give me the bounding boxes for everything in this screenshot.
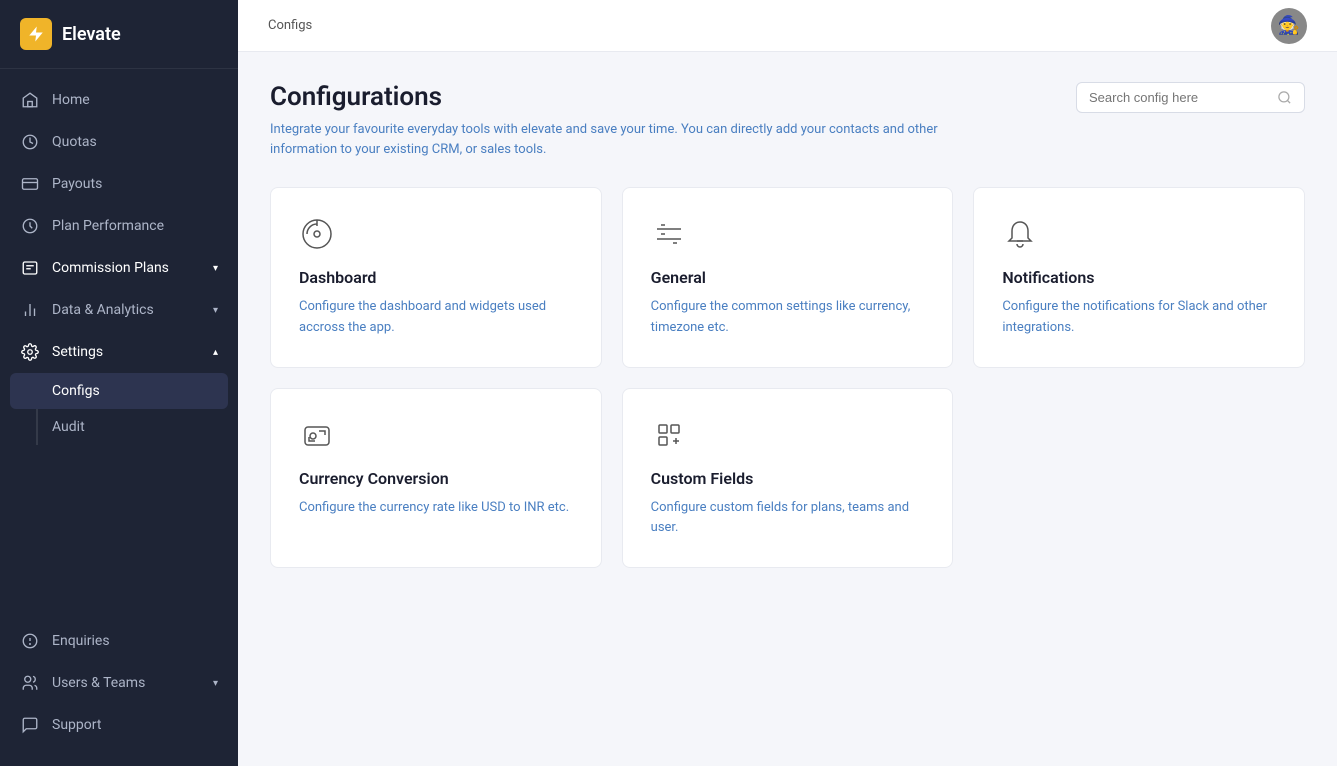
sidebar: Elevate Home Quotas Payouts — [0, 0, 238, 766]
page-header-left: Configurations Integrate your favourite … — [270, 82, 970, 159]
analytics-icon — [20, 300, 40, 320]
sidebar-item-home[interactable]: Home — [0, 79, 238, 121]
card-notifications-title: Notifications — [1002, 268, 1276, 287]
sidebar-item-home-label: Home — [52, 92, 90, 108]
main-area: Configs 🧙 Configurations Integrate your … — [238, 0, 1337, 766]
card-notifications[interactable]: Notifications Configure the notification… — [973, 187, 1305, 368]
sidebar-item-support[interactable]: Support — [0, 704, 238, 746]
users-icon — [20, 673, 40, 693]
home-icon — [20, 90, 40, 110]
currency-icon — [299, 417, 573, 453]
sidebar-item-audit[interactable]: Audit — [0, 409, 238, 445]
plan-icon — [20, 216, 40, 236]
card-dashboard-title: Dashboard — [299, 268, 573, 287]
card-dashboard-desc: Configure the dashboard and widgets used… — [299, 297, 573, 339]
chevron-down-icon: ▾ — [213, 305, 218, 316]
sidebar-item-plan-performance[interactable]: Plan Performance — [0, 205, 238, 247]
card-general-desc: Configure the common settings like curre… — [651, 297, 925, 339]
card-custom-fields[interactable]: Custom Fields Configure custom fields fo… — [622, 388, 954, 569]
breadcrumb: Configs — [268, 18, 312, 33]
card-general-title: General — [651, 268, 925, 287]
sidebar-item-enquiries[interactable]: Enquiries — [0, 620, 238, 662]
sidebar-item-configs[interactable]: Configs — [10, 373, 228, 409]
page-description: Integrate your favourite everyday tools … — [270, 120, 970, 159]
nav-primary: Home Quotas Payouts Plan Performance — [0, 69, 238, 610]
commission-icon — [20, 258, 40, 278]
card-notifications-desc: Configure the notifications for Slack an… — [1002, 297, 1276, 339]
settings-subnav: Configs Audit — [0, 373, 238, 445]
sidebar-item-support-label: Support — [52, 717, 101, 733]
topbar-right: 🧙 — [1271, 8, 1307, 44]
quotas-icon — [20, 132, 40, 152]
payouts-icon — [20, 174, 40, 194]
card-currency-desc: Configure the currency rate like USD to … — [299, 498, 573, 519]
sidebar-item-analytics-label: Data & Analytics — [52, 302, 154, 318]
page-title: Configurations — [270, 82, 970, 112]
app-name: Elevate — [62, 24, 121, 45]
avatar: 🧙 — [1271, 8, 1307, 44]
custom-fields-icon — [651, 417, 925, 453]
sidebar-item-settings[interactable]: Settings ▴ — [0, 331, 238, 373]
enquiries-icon — [20, 631, 40, 651]
nav-secondary: Enquiries Users & Teams ▾ Support — [0, 610, 238, 766]
content-area: Configurations Integrate your favourite … — [238, 52, 1337, 766]
sidebar-item-quotas-label: Quotas — [52, 134, 97, 150]
sidebar-item-enquiries-label: Enquiries — [52, 633, 110, 649]
settings-icon — [20, 342, 40, 362]
sidebar-item-configs-label: Configs — [52, 383, 100, 399]
search-input[interactable] — [1089, 90, 1269, 105]
card-custom-fields-desc: Configure custom fields for plans, teams… — [651, 498, 925, 540]
logo-icon — [20, 18, 52, 50]
general-icon — [651, 216, 925, 252]
chevron-down-icon: ▾ — [213, 263, 218, 274]
card-general[interactable]: General Configure the common settings li… — [622, 187, 954, 368]
topbar: Configs 🧙 — [238, 0, 1337, 52]
sidebar-item-commission-plans[interactable]: Commission Plans ▾ — [0, 247, 238, 289]
sidebar-item-commission-label: Commission Plans — [52, 260, 169, 276]
sidebar-item-plan-label: Plan Performance — [52, 218, 164, 234]
sidebar-logo[interactable]: Elevate — [0, 0, 238, 69]
sidebar-item-quotas[interactable]: Quotas — [0, 121, 238, 163]
search-icon — [1277, 90, 1292, 105]
card-currency-conversion[interactable]: Currency Conversion Configure the curren… — [270, 388, 602, 569]
notifications-icon — [1002, 216, 1276, 252]
chevron-down-icon: ▾ — [213, 678, 218, 689]
card-dashboard[interactable]: Dashboard Configure the dashboard and wi… — [270, 187, 602, 368]
search-box[interactable] — [1076, 82, 1305, 113]
page-header: Configurations Integrate your favourite … — [270, 82, 1305, 159]
sidebar-item-payouts[interactable]: Payouts — [0, 163, 238, 205]
sidebar-item-payouts-label: Payouts — [52, 176, 102, 192]
support-icon — [20, 715, 40, 735]
card-custom-fields-title: Custom Fields — [651, 469, 925, 488]
sidebar-item-data-analytics[interactable]: Data & Analytics ▾ — [0, 289, 238, 331]
sidebar-item-settings-label: Settings — [52, 344, 103, 360]
sidebar-item-users-teams[interactable]: Users & Teams ▾ — [0, 662, 238, 704]
card-currency-title: Currency Conversion — [299, 469, 573, 488]
chevron-up-icon: ▴ — [213, 347, 218, 358]
sidebar-item-audit-label: Audit — [52, 419, 85, 435]
cards-grid: Dashboard Configure the dashboard and wi… — [270, 187, 1305, 568]
sidebar-item-users-label: Users & Teams — [52, 675, 145, 691]
dashboard-icon — [299, 216, 573, 252]
